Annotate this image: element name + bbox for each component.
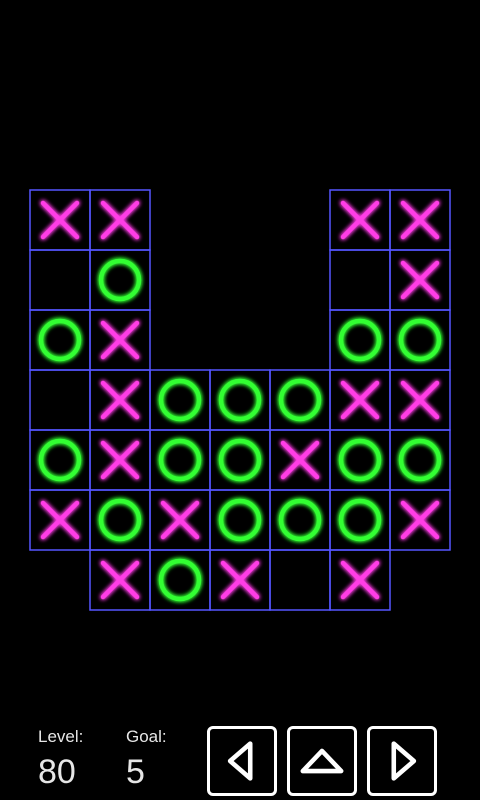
x-piece <box>160 500 200 540</box>
o-piece <box>38 318 82 362</box>
o-piece <box>338 498 382 542</box>
goal-label: Goal: <box>126 727 167 746</box>
level-value: 80 <box>38 753 76 791</box>
x-piece <box>340 560 380 600</box>
o-piece <box>98 498 142 542</box>
x-piece <box>40 500 80 540</box>
o-piece <box>338 318 382 362</box>
game-board <box>29 189 451 611</box>
board-cell[interactable] <box>29 369 91 431</box>
x-piece <box>100 440 140 480</box>
move-right-button[interactable] <box>367 726 437 796</box>
x-piece <box>100 560 140 600</box>
x-piece <box>340 200 380 240</box>
o-piece <box>98 258 142 302</box>
board-cell[interactable] <box>29 249 91 311</box>
triangle-right-icon <box>391 741 417 781</box>
x-piece <box>100 320 140 360</box>
o-piece <box>218 498 262 542</box>
o-piece <box>398 318 442 362</box>
x-piece <box>280 440 320 480</box>
triangle-up-icon <box>300 748 344 774</box>
o-piece <box>158 558 202 602</box>
board-cell[interactable] <box>269 549 331 611</box>
x-piece <box>100 200 140 240</box>
o-piece <box>278 498 322 542</box>
level-indicator: Level: 80 <box>38 727 83 792</box>
o-piece <box>338 438 382 482</box>
goal-value: 5 <box>126 753 145 791</box>
x-piece <box>220 560 260 600</box>
x-piece <box>100 380 140 420</box>
move-left-button[interactable] <box>207 726 277 796</box>
o-piece <box>398 438 442 482</box>
x-piece <box>340 380 380 420</box>
x-piece <box>40 200 80 240</box>
o-piece <box>218 378 262 422</box>
triangle-left-icon <box>227 741 253 781</box>
o-piece <box>218 438 262 482</box>
x-piece <box>400 200 440 240</box>
o-piece <box>38 438 82 482</box>
o-piece <box>158 438 202 482</box>
goal-indicator: Goal: 5 <box>126 727 167 792</box>
o-piece <box>158 378 202 422</box>
o-piece <box>278 378 322 422</box>
x-piece <box>400 380 440 420</box>
x-piece <box>400 260 440 300</box>
board-cell[interactable] <box>329 249 391 311</box>
level-label: Level: <box>38 727 84 746</box>
x-piece <box>400 500 440 540</box>
move-up-button[interactable] <box>287 726 357 796</box>
